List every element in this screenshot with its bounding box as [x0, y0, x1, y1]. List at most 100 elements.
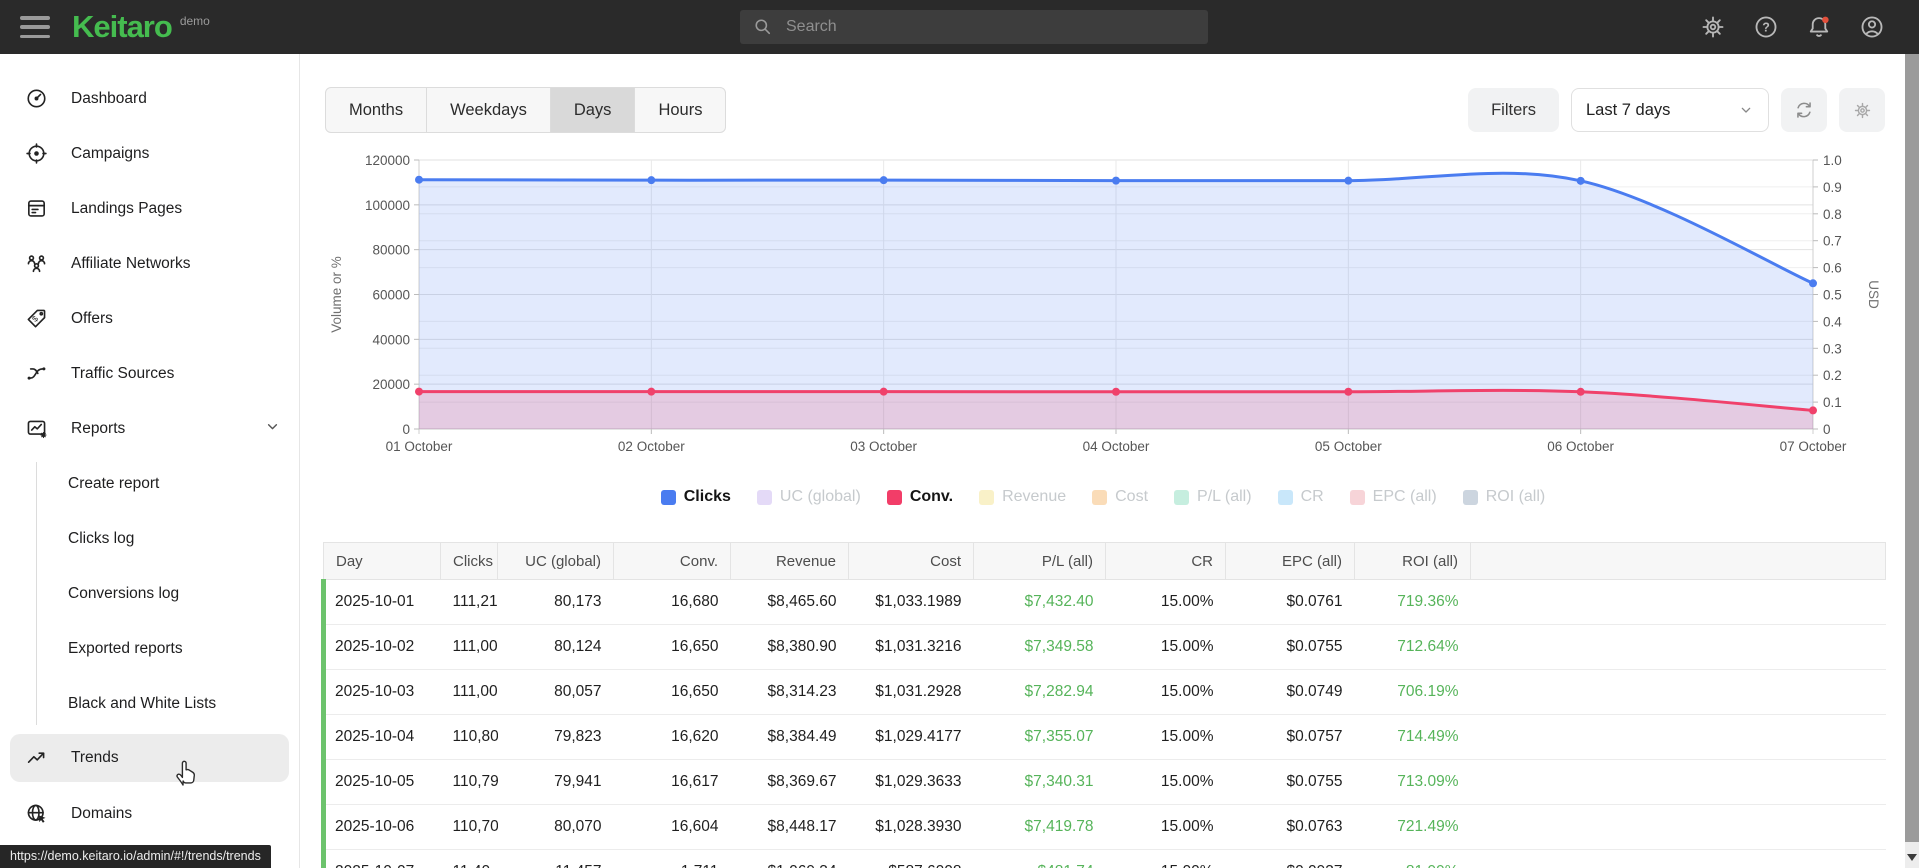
table-cell: $7,432.40: [973, 579, 1106, 625]
scrollbar-thumb[interactable]: [1905, 54, 1919, 842]
filters-button[interactable]: Filters: [1468, 88, 1559, 132]
data-point[interactable]: [647, 387, 656, 396]
data-point[interactable]: [879, 176, 888, 185]
refresh-button[interactable]: [1781, 88, 1827, 132]
table-cell: 2025-10-07: [321, 849, 441, 868]
data-point[interactable]: [1576, 387, 1585, 396]
sidebar-subitem-black-and-white-lists[interactable]: Black and White Lists: [0, 676, 299, 731]
hamburger-menu-icon[interactable]: [20, 16, 50, 38]
right-axis-tick: 0.9: [1823, 180, 1842, 195]
sidebar-subitem-create-report[interactable]: Create report: [0, 456, 299, 511]
help-icon[interactable]: ?: [1753, 14, 1779, 40]
legend-item-cr[interactable]: CR: [1277, 488, 1324, 506]
column-header-cr[interactable]: CR: [1105, 542, 1226, 580]
offers-icon: $: [25, 307, 49, 331]
sidebar-subitem-conversions-log[interactable]: Conversions log: [0, 566, 299, 621]
tab-hours[interactable]: Hours: [635, 88, 725, 132]
column-header-uc-global-[interactable]: UC (global): [497, 542, 614, 580]
data-point[interactable]: [1809, 406, 1817, 415]
sidebar-item-trends[interactable]: Trends: [10, 734, 289, 782]
gear-icon[interactable]: [1700, 14, 1726, 40]
chevron-down-icon[interactable]: [264, 418, 281, 440]
notifications-bell-icon[interactable]: [1806, 14, 1832, 40]
sidebar-subitem-clicks-log[interactable]: Clicks log: [0, 511, 299, 566]
table-cell-filler: [1470, 759, 1886, 805]
table-cell: 16,617: [613, 759, 731, 805]
sidebar-item-domains[interactable]: Domains: [0, 786, 299, 841]
table-cell: 15.00%: [1105, 624, 1226, 670]
sidebar-item-label: Offers: [71, 309, 113, 327]
table-cell: $0.0755: [1225, 624, 1355, 670]
legend-item-revenue[interactable]: Revenue: [979, 488, 1066, 506]
domains-icon: [25, 802, 49, 826]
legend-item-cost[interactable]: Cost: [1092, 488, 1148, 506]
column-header-cost[interactable]: Cost: [848, 542, 974, 580]
data-point[interactable]: [1809, 279, 1817, 288]
legend-item-clicks[interactable]: Clicks: [660, 488, 731, 506]
data-point[interactable]: [1112, 176, 1120, 185]
sidebar-item-campaigns[interactable]: Campaigns: [0, 126, 299, 181]
sidebar-item-dashboard[interactable]: Dashboard: [0, 71, 299, 126]
global-search[interactable]: [740, 10, 1208, 44]
table-cell: 2025-10-03: [321, 669, 441, 715]
tab-weekdays[interactable]: Weekdays: [427, 88, 551, 132]
data-point[interactable]: [1344, 176, 1353, 185]
date-range-value: Last 7 days: [1586, 100, 1671, 119]
table-cell: $0.0763: [1225, 804, 1355, 850]
data-point[interactable]: [415, 387, 423, 396]
data-point[interactable]: [647, 176, 656, 185]
data-point[interactable]: [1576, 176, 1585, 185]
x-axis-label: 07 October: [1780, 439, 1847, 454]
x-axis-label: 02 October: [618, 439, 685, 454]
sidebar-item-affiliate-networks[interactable]: Affiliate Networks: [0, 236, 299, 291]
x-axis-label: 06 October: [1547, 439, 1614, 454]
legend-label: UC (global): [779, 488, 861, 505]
sidebar-nav: Dashboard Campaigns Landings Pages Affiliat…: [0, 54, 300, 868]
right-axis-tick: 0.3: [1823, 341, 1842, 356]
column-header-clicks[interactable]: Clicks: [440, 542, 498, 580]
legend-item-uc-global-[interactable]: UC (global): [756, 488, 861, 506]
tab-days[interactable]: Days: [550, 88, 636, 132]
sidebar-item-landings-pages[interactable]: Landings Pages: [0, 181, 299, 236]
data-point[interactable]: [415, 175, 423, 184]
column-header-roi-all-[interactable]: ROI (all): [1354, 542, 1471, 580]
column-header-conv-[interactable]: Conv.: [613, 542, 731, 580]
account-icon[interactable]: [1859, 14, 1885, 40]
column-header-day[interactable]: Day: [323, 542, 441, 580]
legend-item-roi-all-[interactable]: ROI (all): [1462, 488, 1545, 506]
tab-months[interactable]: Months: [326, 88, 428, 132]
data-point[interactable]: [1344, 387, 1353, 396]
column-header-revenue[interactable]: Revenue: [730, 542, 849, 580]
table-cell-filler: [1470, 579, 1886, 625]
table-cell: 111,00: [440, 624, 498, 670]
trends-icon: [25, 746, 49, 770]
left-axis-tick: 20000: [372, 377, 410, 392]
right-axis-tick: 0.2: [1823, 368, 1842, 383]
column-header-epc-all-[interactable]: EPC (all): [1225, 542, 1355, 580]
sidebar-item-reports[interactable]: Reports: [0, 401, 299, 456]
table-cell: 2025-10-04: [321, 714, 441, 760]
table-cell: 11,40: [440, 849, 498, 868]
legend-item-p-l-all-[interactable]: P/L (all): [1174, 488, 1252, 506]
page-scrollbar[interactable]: [1905, 54, 1919, 868]
left-axis-tick: 60000: [372, 288, 410, 303]
table-cell-filler: [1470, 849, 1886, 868]
legend-item-conv-[interactable]: Conv.: [886, 488, 953, 506]
date-range-select[interactable]: Last 7 days: [1571, 88, 1769, 132]
table-cell: $1,031.3216: [848, 624, 974, 670]
sidebar-item-offers[interactable]: $ Offers: [0, 291, 299, 346]
sidebar-subitem-exported-reports[interactable]: Exported reports: [0, 621, 299, 676]
data-point[interactable]: [879, 387, 888, 396]
sidebar-item-traffic-sources[interactable]: Traffic Sources: [0, 346, 299, 401]
table-cell: 706.19%: [1354, 669, 1471, 715]
column-header-p-l-all-[interactable]: P/L (all): [973, 542, 1106, 580]
legend-item-epc-all-[interactable]: EPC (all): [1349, 488, 1437, 506]
data-point[interactable]: [1112, 387, 1120, 396]
sidebar-item-label: Campaigns: [71, 144, 150, 162]
chart-settings-button[interactable]: [1839, 88, 1885, 132]
scrollbar-down-arrow-icon[interactable]: [1905, 849, 1919, 865]
app-logo[interactable]: Keitaro: [72, 9, 173, 45]
search-input[interactable]: [784, 17, 1188, 37]
table-cell: 712.64%: [1354, 624, 1471, 670]
table-cell: $0.0749: [1225, 669, 1355, 715]
